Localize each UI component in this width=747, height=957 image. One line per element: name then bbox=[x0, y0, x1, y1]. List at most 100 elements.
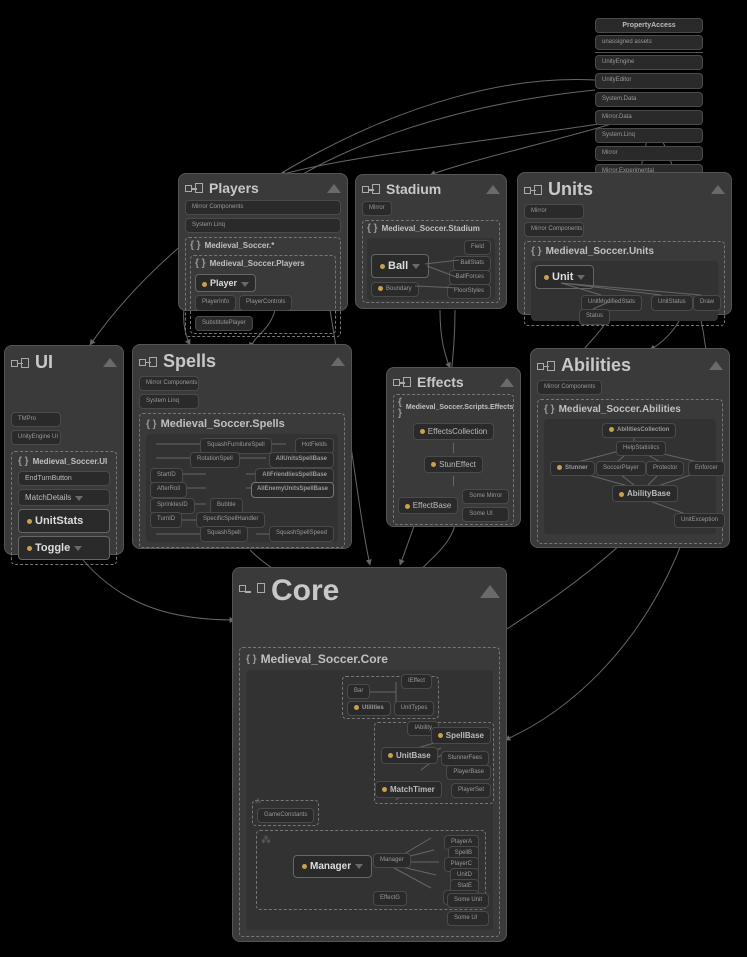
chip: System Linq bbox=[139, 394, 199, 409]
chevron-up-icon[interactable] bbox=[480, 585, 500, 598]
chip: Mirror Components bbox=[139, 376, 199, 391]
module-effects[interactable]: Effects { }Medieval_Soccer.Scripts.Effec… bbox=[386, 367, 521, 527]
chip[interactable]: AbilitiesCollection bbox=[602, 423, 676, 438]
root-item: UnityEngine bbox=[595, 55, 703, 70]
chip[interactable]: Bar bbox=[347, 684, 370, 699]
module-icon bbox=[239, 582, 265, 600]
chip: Mirror Components bbox=[537, 380, 602, 395]
chip[interactable]: SquashSpellSpeed bbox=[269, 526, 334, 541]
ui-button[interactable]: MatchDetails bbox=[18, 489, 110, 506]
chip[interactable]: EffectBase bbox=[398, 497, 459, 514]
chip[interactable]: Enforcer bbox=[688, 461, 725, 476]
namespace-inner: { }Medieval_Soccer.Players Player Player… bbox=[190, 255, 336, 333]
chevron-up-icon[interactable] bbox=[709, 361, 723, 370]
chip[interactable]: SprinklesID bbox=[150, 498, 195, 513]
ui-button[interactable]: EndTurnButton bbox=[18, 471, 110, 486]
chip[interactable]: AllFriendliesSpellBase bbox=[255, 468, 334, 483]
chip: System Linq bbox=[185, 218, 341, 233]
chip[interactable]: TurnID bbox=[150, 512, 182, 527]
chip[interactable]: GameConstants bbox=[257, 808, 314, 823]
chip[interactable]: AllEnemyUnitsSpellBase bbox=[251, 482, 334, 497]
namespace: { }Medieval_Soccer.UI EndTurnButton Matc… bbox=[11, 451, 117, 565]
primary-class[interactable]: Player bbox=[195, 274, 256, 292]
namespace: { }Medieval_Soccer.Scripts.Effects Effec… bbox=[393, 394, 514, 525]
module-stadium[interactable]: Stadium Mirror { }Medieval_Soccer.Stadiu… bbox=[355, 174, 507, 309]
chip[interactable]: Stunner bbox=[550, 461, 595, 476]
module-icon bbox=[185, 182, 203, 194]
chevron-up-icon[interactable] bbox=[331, 357, 345, 366]
root-title: PropertyAccess bbox=[595, 18, 703, 33]
chip[interactable]: MatchTimer bbox=[375, 781, 442, 798]
chip[interactable]: StartID bbox=[150, 468, 183, 483]
module-icon bbox=[524, 184, 542, 196]
chip[interactable]: PlayerBase bbox=[446, 765, 491, 780]
chip[interactable]: HotFields bbox=[295, 438, 334, 453]
chip[interactable]: Utilities bbox=[347, 701, 391, 716]
chip[interactable]: SquashFurnitureSpell bbox=[200, 438, 272, 453]
chip[interactable]: StunnerFees bbox=[441, 751, 489, 766]
chip: Some Mirror bbox=[462, 489, 509, 504]
chip[interactable]: SoccerPlayer bbox=[596, 461, 646, 476]
namespace: { }Medieval_Soccer.Spells SquashFurnitur… bbox=[139, 413, 345, 548]
module-spells[interactable]: Spells Mirror Components System Linq { }… bbox=[132, 344, 352, 549]
module-units[interactable]: Units Mirror Mirror Components { }Mediev… bbox=[517, 172, 732, 315]
chip[interactable]: PlayerInfo bbox=[195, 295, 236, 310]
chip[interactable]: AfterRoll bbox=[150, 482, 187, 497]
chevron-up-icon[interactable] bbox=[500, 378, 514, 387]
module-core[interactable]: Core { }Medieval_Soccer.Core Bar Utiliti… bbox=[232, 567, 507, 942]
chip: TMPro bbox=[11, 412, 61, 427]
module-icon bbox=[537, 360, 555, 372]
chevron-up-icon[interactable] bbox=[486, 185, 500, 194]
chip[interactable]: PlayerSet bbox=[451, 783, 491, 798]
root-item: Mirror.Data bbox=[595, 110, 703, 125]
chip[interactable]: AbilityBase bbox=[612, 485, 678, 502]
chip[interactable]: EffectsCollection bbox=[413, 423, 494, 440]
chip[interactable]: Bubble bbox=[210, 498, 243, 513]
root-item: System.Data bbox=[595, 92, 703, 107]
chip[interactable]: SpecificSpellHandler bbox=[196, 512, 265, 527]
root-item: unassigned assets bbox=[595, 35, 703, 50]
chip[interactable]: UnitBase bbox=[381, 747, 438, 764]
module-ui[interactable]: UI TMPro UnityEngine UI { }Medieval_Socc… bbox=[4, 345, 124, 555]
manager-class[interactable]: Manager bbox=[293, 855, 372, 878]
ui-button[interactable]: Toggle bbox=[18, 536, 110, 560]
module-icon bbox=[362, 183, 380, 195]
chip[interactable]: Manager bbox=[373, 853, 411, 868]
chip[interactable]: Protector bbox=[646, 461, 684, 476]
chip[interactable]: SpellBase bbox=[431, 727, 491, 744]
module-title: Spells bbox=[163, 351, 325, 372]
module-title: Stadium bbox=[386, 181, 480, 197]
ui-button[interactable]: UnitStats bbox=[18, 509, 110, 533]
module-abilities[interactable]: Abilities Mirror Components { }Medieval_… bbox=[530, 348, 730, 548]
chip[interactable]: AllUnitsSpellBase bbox=[269, 452, 334, 467]
chip[interactable]: HelpStatistics bbox=[616, 441, 666, 456]
chip[interactable]: EffectG bbox=[373, 891, 407, 906]
chevron-up-icon[interactable] bbox=[327, 184, 341, 193]
module-title: Core bbox=[271, 574, 474, 608]
namespace-outer: { }Medieval_Soccer.* { }Medieval_Soccer.… bbox=[185, 237, 341, 336]
chip[interactable]: SubstitutePlayer bbox=[195, 316, 253, 331]
chip: UnityEngine UI bbox=[11, 430, 61, 445]
chip: Some UI bbox=[462, 507, 509, 522]
module-title: UI bbox=[35, 352, 97, 373]
module-icon bbox=[139, 356, 157, 368]
module-title: Abilities bbox=[561, 355, 703, 376]
root-block: PropertyAccess unassigned assets UnityEn… bbox=[595, 18, 703, 180]
chevron-up-icon[interactable] bbox=[103, 358, 117, 367]
chip[interactable]: PlayerControls bbox=[239, 295, 292, 310]
root-item: Mirror bbox=[595, 146, 703, 161]
chip[interactable]: UnitException bbox=[674, 513, 725, 528]
chip: Mirror bbox=[524, 204, 584, 219]
namespace: { }Medieval_Soccer.Units Unit UnitModifi… bbox=[524, 241, 725, 326]
chip[interactable]: RotationSpell bbox=[190, 452, 240, 467]
module-players[interactable]: Players Mirror Components System Linq { … bbox=[178, 173, 348, 311]
chip[interactable]: SquashSpell bbox=[200, 526, 248, 541]
chip: Some Unit bbox=[447, 893, 489, 908]
module-icon bbox=[11, 357, 29, 369]
chip[interactable]: IEffect bbox=[401, 674, 432, 689]
chip: Mirror bbox=[362, 201, 392, 216]
chip[interactable]: StunEffect bbox=[424, 456, 483, 473]
chevron-up-icon[interactable] bbox=[711, 185, 725, 194]
chip[interactable]: UnitTypes bbox=[394, 701, 435, 716]
namespace: { }Medieval_Soccer.Stadium Field Ball Ba… bbox=[362, 220, 500, 303]
